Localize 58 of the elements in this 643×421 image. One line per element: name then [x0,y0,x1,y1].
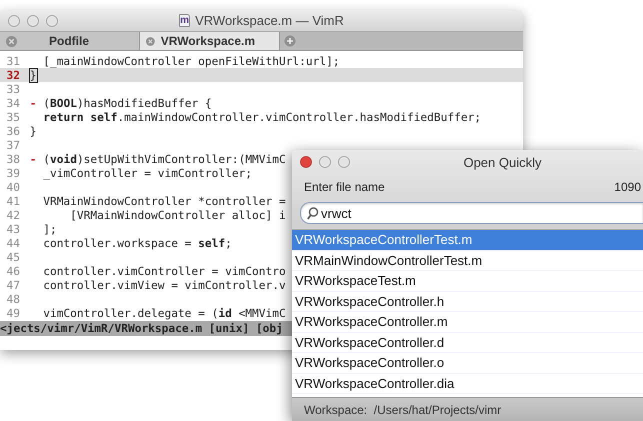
result-item[interactable]: VRWorkspaceController.h [292,292,643,312]
code-line: [_mainWindowController openFileWithUrl:url]; [42,54,340,68]
method-marker: - [30,96,36,110]
result-item[interactable]: VRWorkspaceController.dia [292,374,643,394]
code-line: VRMainWindowController *controller = [42,194,286,208]
result-item[interactable]: VRWorkspaceController.m [292,312,643,332]
file-count: 1090 [614,180,642,194]
line-number: 37 [6,138,21,152]
result-item[interactable]: VRWorkspaceController.d [292,332,643,353]
tab[interactable]: Podfile [0,32,140,50]
workspace-path: Workspace: /Users/hat/Projects/vimr [292,397,643,421]
close-icon[interactable] [146,36,155,46]
method-marker: - [30,152,36,166]
line-number: 46 [6,264,21,278]
code-line: vimController.delegate = (id <MMVimC [42,306,286,320]
code-line: } [30,68,36,82]
file-type-badge: m [179,14,190,27]
search-icon [307,206,319,220]
add-tab-icon[interactable] [284,35,296,47]
line-number: 42 [6,208,21,222]
line-number: 43 [6,222,21,236]
line-number: 44 [6,236,21,250]
line-number: 34 [6,96,21,110]
result-item[interactable]: VRWorkspaceControllerTest.m [292,230,643,250]
line-number: 39 [6,166,21,180]
result-item[interactable]: VRWorkspaceController.o [292,353,643,374]
code-line: controller.workspace = self; [42,236,232,250]
line-number: 38 [6,152,21,166]
window-controls-icon[interactable] [8,14,58,26]
line-number: 36 [6,124,21,138]
line-number: 45 [6,250,21,264]
result-item[interactable]: VRMainWindowControllerTest.m [292,250,643,271]
tab[interactable]: VRWorkspace.m [140,32,280,50]
line-number: 35 [6,110,21,124]
dialog-title: Open Quickly [462,154,543,170]
line-number: 32 [6,68,21,82]
code-line: ]; [42,222,57,236]
line-number: 47 [6,278,21,292]
line-number: 41 [6,194,21,208]
code-line: _vimController = vimController; [42,166,252,180]
code-line: controller.vimController = vimContro [42,264,286,278]
line-number: 48 [6,292,21,306]
prompt-label: Enter file name [304,180,385,194]
code-line: controller.vimView = vimController.v [42,278,286,292]
close-icon[interactable] [6,36,17,46]
line-number: 49 [6,306,21,320]
code-line: (BOOL)hasModifiedBuffer { [42,96,212,110]
code-line: } [30,124,36,138]
line-number: 33 [6,82,21,96]
code-line: [VRMainWindowController alloc] i [69,208,286,222]
line-number: 40 [6,180,21,194]
code-line: (void)setUpWithVimController:(MMVimC [42,152,286,166]
line-number: 31 [6,54,21,68]
window-title: VRWorkspace.m — VimR [195,13,344,28]
window-controls-icon[interactable] [300,156,350,168]
code-line: return self.mainWindowController.vimController.hasModifiedBuffer; [42,110,482,124]
result-item[interactable]: VRWorkspaceTest.m [292,271,643,292]
search-field[interactable]: vrwct [300,202,643,224]
